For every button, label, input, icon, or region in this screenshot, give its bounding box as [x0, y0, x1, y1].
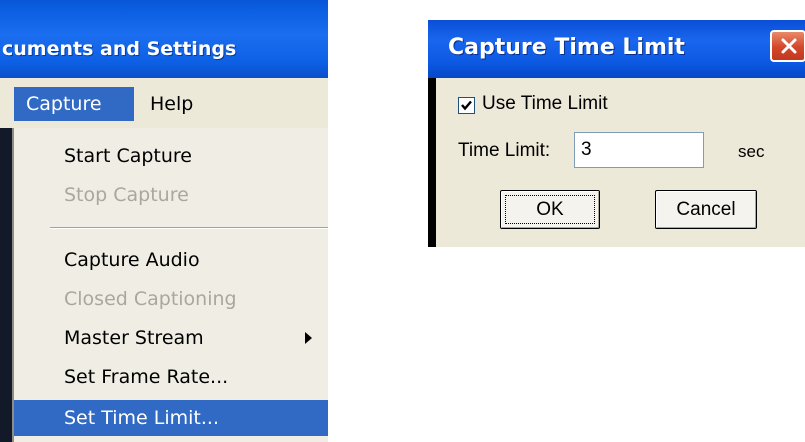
dialog-frame-edge	[428, 78, 436, 247]
window-title-bar: cuments and Settings	[0, 0, 328, 78]
cancel-button[interactable]: Cancel	[655, 190, 757, 229]
menu-item-closed-captioning: Closed Captioning	[64, 288, 237, 310]
capture-dropdown-menu: Start Capture Stop Capture Capture Audio…	[12, 128, 328, 442]
menu-separator	[50, 227, 328, 229]
window-title: cuments and Settings	[2, 38, 237, 60]
submenu-arrow-icon	[305, 332, 312, 344]
menu-item-master-stream-label: Master Stream	[64, 327, 204, 349]
menu-item-master-stream[interactable]: Master Stream	[14, 320, 328, 356]
menu-item-capture-audio[interactable]: Capture Audio	[14, 242, 328, 278]
dialog-body: Use Time Limit Time Limit: 3 sec OK Canc…	[436, 78, 805, 247]
dialog-title: Capture Time Limit	[448, 35, 685, 60]
menu-help[interactable]: Help	[150, 87, 193, 121]
use-time-limit-label[interactable]: Use Time Limit	[482, 93, 608, 115]
menu-item-set-time-limit[interactable]: Set Time Limit...	[14, 400, 328, 436]
checkmark-icon	[461, 100, 472, 111]
time-limit-label: Time Limit:	[458, 140, 551, 161]
background-window-edge	[0, 128, 12, 442]
menu-item-set-frame-rate[interactable]: Set Frame Rate...	[14, 359, 328, 395]
capture-time-limit-dialog: Capture Time Limit Use Time Limit Time L…	[428, 20, 805, 247]
close-button[interactable]	[770, 30, 805, 62]
focus-rectangle	[505, 195, 595, 224]
menu-item-stop-capture: Stop Capture	[64, 184, 189, 206]
use-time-limit-checkbox[interactable]	[458, 97, 475, 114]
menu-capture[interactable]: Capture	[14, 87, 134, 121]
ok-button[interactable]: OK	[500, 190, 600, 229]
app-window-fragment: cuments and Settings Capture Help Start …	[0, 0, 328, 442]
menu-item-start-capture[interactable]: Start Capture	[14, 138, 328, 174]
close-icon	[781, 38, 797, 54]
time-unit-label: sec	[738, 142, 765, 161]
dialog-title-bar: Capture Time Limit	[428, 20, 805, 78]
menu-bar: Capture Help	[0, 78, 328, 128]
time-limit-input[interactable]: 3	[574, 132, 704, 168]
